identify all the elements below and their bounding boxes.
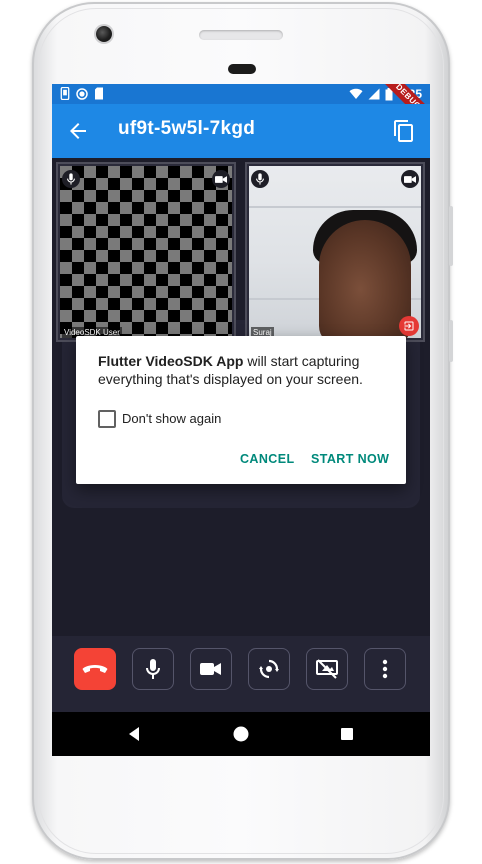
- camera-badge: [401, 170, 419, 188]
- microphone-icon: [256, 173, 264, 185]
- status-bar: 5:35 DEBUG: [52, 84, 430, 134]
- screen-capture-dialog: Flutter VideoSDK App will start capturin…: [76, 336, 406, 484]
- wifi-icon: [349, 88, 363, 99]
- phone-status-icon: [60, 87, 70, 100]
- camera-feed: [249, 166, 421, 340]
- dont-show-again-checkbox[interactable]: [98, 410, 116, 428]
- screen-share-button[interactable]: [306, 648, 348, 690]
- person-face: [319, 220, 411, 340]
- video-camera-icon: [200, 663, 221, 675]
- wall-edge: [249, 206, 421, 208]
- dialog-message: Flutter VideoSDK App will start capturin…: [98, 352, 392, 388]
- record-status-icon: [76, 87, 88, 100]
- front-camera: [96, 26, 112, 42]
- mic-badge: [251, 170, 269, 188]
- phone-volume-button: [449, 320, 453, 362]
- end-call-button[interactable]: [74, 648, 116, 690]
- phone-earpiece: [228, 64, 256, 74]
- copy-icon[interactable]: [392, 119, 416, 143]
- sd-card-icon: [95, 87, 103, 100]
- phone-speaker: [199, 30, 283, 40]
- remove-participant-button[interactable]: [399, 316, 419, 336]
- video-camera-icon: [404, 175, 416, 183]
- start-now-button[interactable]: START NOW: [311, 452, 389, 466]
- back-triangle-icon[interactable]: [124, 724, 144, 744]
- signal-icon: [368, 88, 380, 100]
- back-arrow-icon[interactable]: [66, 119, 90, 143]
- switch-camera-icon: [259, 659, 279, 679]
- exit-icon: [404, 321, 414, 331]
- participant-tile[interactable]: VideoSDK User: [56, 162, 236, 342]
- dialog-app-name: Flutter VideoSDK App: [98, 353, 244, 369]
- recents-square-icon[interactable]: [337, 724, 357, 744]
- phone-power-button: [449, 206, 453, 266]
- call-controls-bar: [52, 636, 430, 712]
- cancel-button[interactable]: CANCEL: [240, 452, 294, 466]
- screen-share-preview: [60, 166, 232, 338]
- participant-tile[interactable]: Suraj: [245, 162, 425, 342]
- end-call-icon: [82, 665, 108, 673]
- camera-button[interactable]: [190, 648, 232, 690]
- dont-show-again-label[interactable]: Don't show again: [122, 411, 221, 426]
- device-screen: 5:35 DEBUG uf9t-5w5l-7kgd VideoSDK User: [52, 84, 430, 756]
- more-options-button[interactable]: [364, 648, 406, 690]
- app-bar: uf9t-5w5l-7kgd: [52, 104, 430, 158]
- microphone-button[interactable]: [132, 648, 174, 690]
- video-camera-icon: [215, 175, 227, 183]
- screen-share-off-icon: [316, 659, 338, 679]
- switch-camera-button[interactable]: [248, 648, 290, 690]
- meeting-id-title: uf9t-5w5l-7kgd: [118, 118, 256, 139]
- microphone-icon: [67, 173, 75, 185]
- more-vertical-icon: [382, 659, 388, 679]
- home-circle-icon[interactable]: [231, 724, 251, 744]
- mic-badge: [62, 170, 80, 188]
- system-nav-bar: [52, 712, 430, 756]
- microphone-icon: [146, 659, 160, 679]
- camera-badge: [212, 170, 230, 188]
